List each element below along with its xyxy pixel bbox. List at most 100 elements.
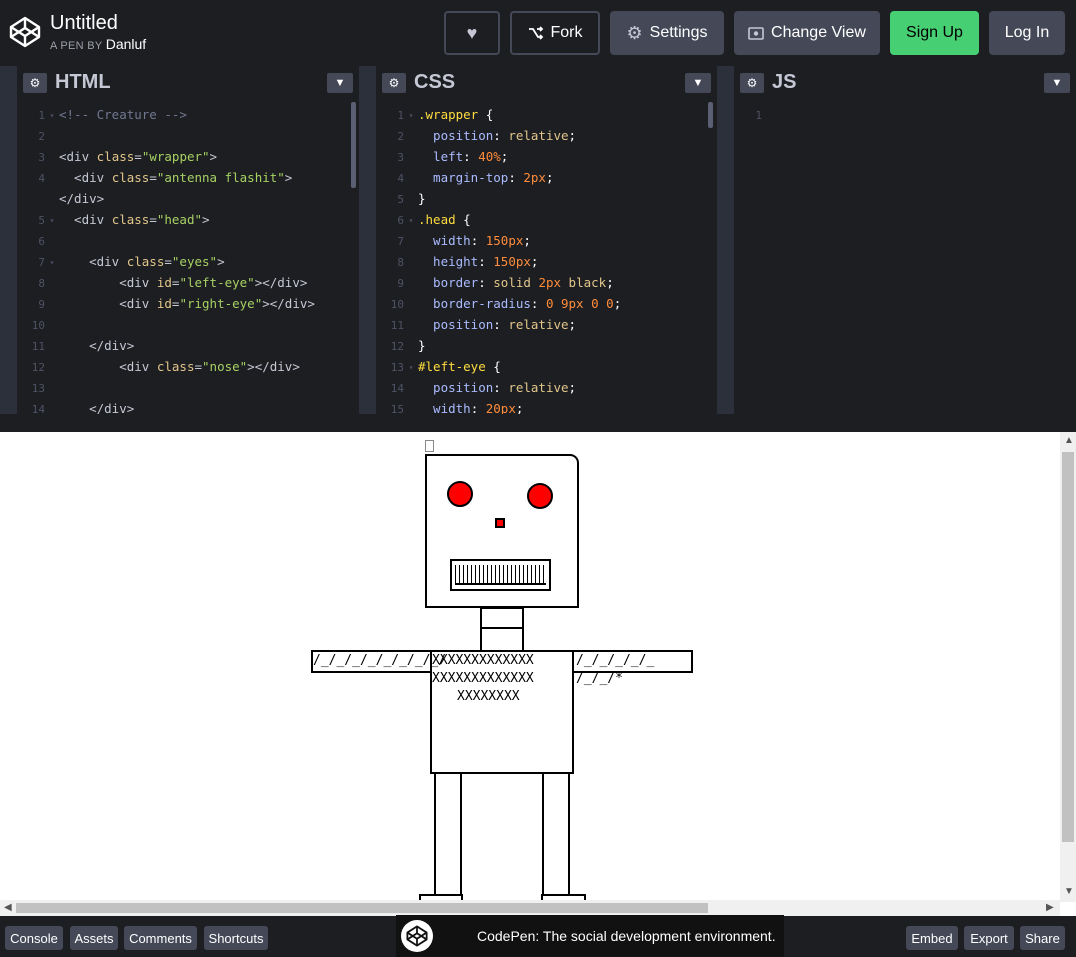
panel-resizer-1[interactable] (359, 66, 376, 414)
preview-resizer[interactable] (0, 414, 1076, 432)
code-token: <div (59, 254, 127, 269)
fold-arrow-icon[interactable]: ▾ (45, 211, 59, 232)
code-text: <div class="wrapper"> (59, 148, 217, 169)
line-number: 2 (397, 130, 404, 143)
console-button[interactable]: Console (5, 926, 63, 950)
scroll-down-icon[interactable]: ▼ (1064, 886, 1074, 897)
fork-button[interactable]: Fork (510, 11, 600, 55)
code-token: 150px (493, 254, 531, 269)
code-token: { (455, 212, 471, 227)
code-token: border (418, 275, 479, 290)
js-code-editor[interactable]: 1 (734, 106, 1076, 414)
line-number: 8 (397, 256, 404, 269)
code-line: 8 <div id="left-eye"></div> (17, 274, 359, 295)
code-text: <div class="antenna flashit"> (59, 169, 292, 190)
code-text: position: relative; (418, 316, 576, 337)
html-panel-header: ⚙ HTML ▼ (17, 66, 359, 100)
code-token: } (418, 191, 426, 206)
code-token: ></div> (254, 275, 308, 290)
html-settings-gear-icon[interactable]: ⚙ (23, 73, 47, 93)
js-panel-chevron-down-icon[interactable]: ▼ (1044, 73, 1070, 93)
code-text: </div> (59, 337, 134, 358)
html-editor-scrollbar[interactable] (351, 102, 356, 188)
js-settings-gear-icon[interactable]: ⚙ (740, 73, 764, 93)
shortcuts-button[interactable]: Shortcuts (204, 926, 268, 950)
codepen-logo-icon[interactable] (9, 16, 41, 48)
log-in-button[interactable]: Log In (989, 11, 1065, 55)
heart-button[interactable]: ♥ (444, 11, 500, 55)
fold-arrow-icon[interactable]: ▾ (404, 211, 418, 232)
line-number: 1 (755, 109, 762, 122)
toast-codepen-logo-icon (401, 920, 433, 952)
fold-arrow-icon (45, 379, 59, 400)
fold-arrow-icon[interactable]: ▾ (45, 253, 59, 274)
css-panel-chevron-down-icon[interactable]: ▼ (685, 73, 711, 93)
code-token: ; (515, 401, 524, 414)
html-panel-chevron-down-icon[interactable]: ▼ (327, 73, 353, 93)
fold-arrow-icon (45, 190, 59, 211)
scroll-right-icon[interactable]: ▶ (1046, 902, 1054, 913)
robot-body-row1: XXXXXXXXXXXXX (432, 653, 534, 668)
code-text: </div> (59, 400, 134, 414)
code-token: relative (508, 380, 569, 395)
comments-button[interactable]: Comments (124, 926, 197, 950)
robot-arms-left-text: /_/_/_/_/_/_/_/_/ (313, 653, 447, 668)
code-token: <div (59, 275, 157, 290)
code-token: width (418, 401, 471, 414)
robot-arms-right-text: /_/_/_/_/_ (576, 653, 655, 668)
code-token: { (478, 107, 494, 122)
pen-byline: A PEN BY Danluf (50, 36, 146, 52)
fold-arrow-icon (404, 127, 418, 148)
code-token: position (418, 380, 494, 395)
sign-up-button[interactable]: Sign Up (890, 11, 979, 55)
fold-arrow-icon[interactable]: ▾ (45, 106, 59, 127)
panel-resizer-2[interactable] (717, 66, 734, 414)
code-text: <div id="right-eye"></div> (59, 295, 315, 316)
code-token: 150px (485, 233, 524, 248)
code-line: 14 </div> (17, 400, 359, 414)
change-view-label: Change View (771, 24, 866, 41)
pen-title[interactable]: Untitled (50, 12, 118, 35)
change-view-icon (748, 26, 764, 40)
codepen-toast[interactable]: CodePen: The social development environm… (396, 915, 784, 957)
fold-arrow-icon[interactable]: ▾ (404, 106, 418, 127)
preview-horizontal-scroll-thumb[interactable] (16, 903, 708, 913)
scroll-left-icon[interactable]: ◀ (4, 902, 12, 913)
panel-gutter-left (0, 66, 17, 414)
assets-button[interactable]: Assets (70, 926, 118, 950)
settings-button[interactable]: ⚙ Settings (610, 11, 724, 55)
line-number: 12 (390, 340, 404, 353)
fold-arrow-icon (45, 295, 59, 316)
code-token: ; (523, 233, 531, 248)
scroll-up-icon[interactable]: ▲ (1064, 435, 1074, 446)
share-button[interactable]: Share (1020, 926, 1065, 950)
html-code-editor[interactable]: 1 ▾ <!-- Creature --> 2 3 <div class="wrapper… (17, 106, 359, 414)
code-line: 15 width: 20px; (376, 400, 717, 414)
code-token: = (164, 254, 172, 269)
css-code-editor[interactable]: 1 ▾ .wrapper {2 position: relative; 3 left:… (376, 106, 717, 414)
fold-arrow-icon (404, 316, 418, 337)
html-panel-title: HTML (55, 71, 111, 93)
fold-arrow-icon[interactable]: ▾ (404, 358, 418, 379)
robot-nose (495, 518, 505, 528)
preview-vertical-scroll-thumb[interactable] (1062, 452, 1074, 842)
fold-arrow-icon (404, 400, 418, 414)
code-token: <div (59, 296, 157, 311)
code-token: : (530, 296, 546, 311)
change-view-button[interactable]: Change View (734, 11, 880, 55)
fold-arrow-icon (45, 232, 59, 253)
code-line: 8 height: 150px; (376, 253, 717, 274)
fold-arrow-icon (404, 337, 418, 358)
fold-arrow-icon (45, 169, 59, 190)
code-token: "right-eye" (179, 296, 263, 311)
css-editor-scrollbar[interactable] (708, 102, 713, 128)
code-line: 2 (17, 127, 359, 148)
css-settings-gear-icon[interactable]: ⚙ (382, 73, 406, 93)
code-token: = (134, 149, 142, 164)
author-link[interactable]: Danluf (106, 36, 146, 52)
line-number: 11 (31, 340, 45, 353)
export-button[interactable]: Export (964, 926, 1014, 950)
code-token: 0 9px 0 0 (545, 296, 614, 311)
embed-button[interactable]: Embed (906, 926, 958, 950)
toast-text: CodePen: The social development environm… (477, 928, 776, 944)
